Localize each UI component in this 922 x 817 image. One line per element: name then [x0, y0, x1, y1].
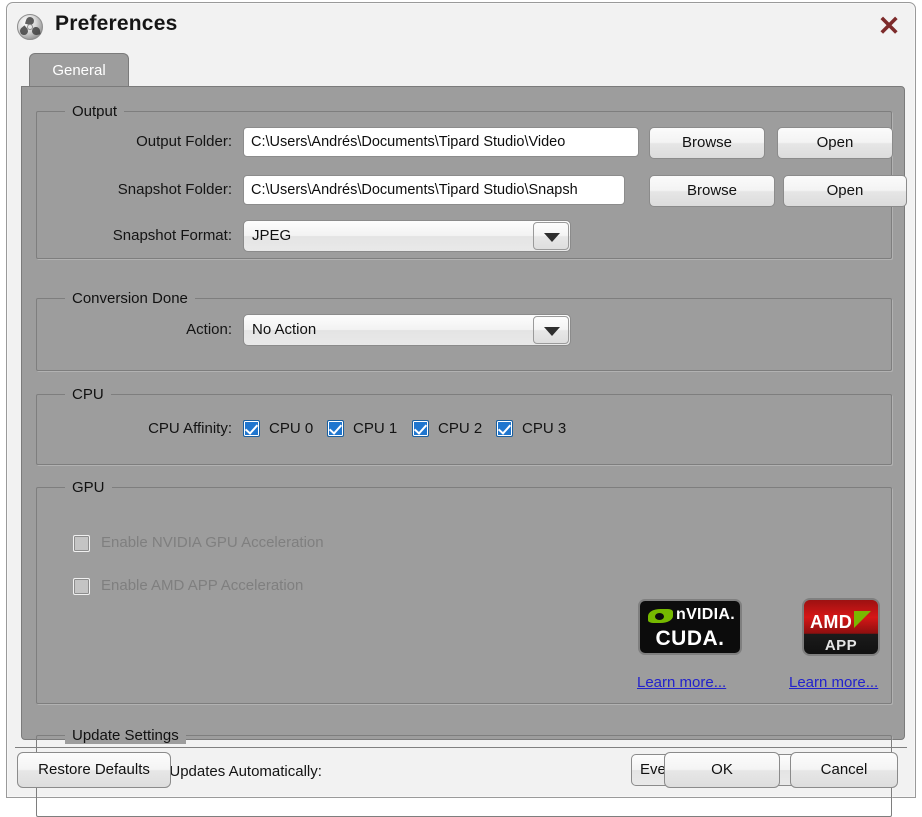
group-gpu: GPU Enable NVIDIA GPU Acceleration Enabl… — [36, 479, 892, 704]
snapshot-format-value: JPEG — [252, 227, 292, 244]
cpu-affinity-label: CPU Affinity: — [148, 420, 232, 437]
cpu-3-label[interactable]: CPU 3 — [522, 420, 566, 437]
output-folder-browse-button[interactable]: Browse — [649, 127, 765, 159]
enable-nvidia-label: Enable NVIDIA GPU Acceleration — [101, 534, 324, 551]
cpu-1-checkbox[interactable] — [327, 420, 344, 437]
enable-amd-checkbox — [73, 578, 90, 595]
snapshot-folder-open-button[interactable]: Open — [783, 175, 907, 207]
output-folder-label: Output Folder: — [136, 133, 232, 150]
cpu-2-checkbox[interactable] — [412, 420, 429, 437]
cancel-button[interactable]: Cancel — [790, 752, 898, 788]
group-output-legend: Output — [65, 103, 125, 120]
cpu-0-checkbox[interactable] — [243, 420, 260, 437]
nvidia-cuda-logo-icon: nVIDIA. CUDA. — [638, 599, 742, 655]
preferences-window: Preferences ✕ General Output Output Fold… — [6, 2, 916, 817]
amd-learn-more-link[interactable]: Learn more... — [789, 674, 878, 691]
chevron-down-icon[interactable] — [533, 222, 569, 250]
amd-wordmark: AMD — [810, 612, 853, 632]
general-tab-panel: Output Output Folder: C:\Users\Andrés\Do… — [21, 86, 907, 817]
group-conversion-done: Conversion Done Action: No Action — [36, 290, 892, 371]
group-cpu-legend: CPU — [65, 386, 111, 403]
tab-general[interactable]: General — [29, 53, 129, 87]
amd-app-logo-icon: AMD APP — [802, 598, 880, 656]
group-output: Output Output Folder: C:\Users\Andrés\Do… — [36, 103, 907, 259]
tab-strip: General — [21, 47, 905, 87]
output-folder-open-button[interactable]: Open — [777, 127, 893, 159]
snapshot-format-label: Snapshot Format: — [112, 227, 232, 244]
enable-amd-label: Enable AMD APP Acceleration — [101, 577, 304, 594]
page-title: Preferences — [55, 12, 178, 35]
conversion-action-select[interactable]: No Action — [243, 314, 571, 346]
close-icon[interactable]: ✕ — [873, 11, 905, 41]
amd-arrow-icon — [854, 611, 871, 628]
nvidia-eye-icon — [648, 609, 673, 623]
group-cpu: CPU CPU Affinity: CPU 0 CPU 1 CPU 2 CPU … — [36, 386, 892, 465]
nvidia-learn-more-link[interactable]: Learn more... — [637, 674, 726, 691]
cpu-1-label[interactable]: CPU 1 — [353, 420, 397, 437]
cpu-0-label[interactable]: CPU 0 — [269, 420, 313, 437]
enable-nvidia-checkbox — [73, 535, 90, 552]
cuda-wordmark: CUDA. — [655, 627, 725, 650]
snapshot-folder-browse-button[interactable]: Browse — [649, 175, 775, 207]
output-folder-input[interactable]: C:\Users\Andrés\Documents\Tipard Studio\… — [243, 127, 639, 157]
restore-defaults-button[interactable]: Restore Defaults — [17, 752, 171, 788]
ok-button[interactable]: OK — [664, 752, 780, 788]
snapshot-folder-label: Snapshot Folder: — [117, 181, 232, 198]
amd-app-wordmark: APP — [824, 637, 858, 654]
group-update-settings-legend: Update Settings — [65, 727, 186, 744]
action-label: Action: — [186, 321, 232, 338]
group-gpu-legend: GPU — [65, 479, 112, 496]
cpu-2-label[interactable]: CPU 2 — [438, 420, 482, 437]
snapshot-folder-input[interactable]: C:\Users\Andrés\Documents\Tipard Studio\… — [243, 175, 625, 205]
nvidia-wordmark: nVIDIA. — [676, 606, 735, 623]
conversion-action-value: No Action — [252, 321, 317, 338]
cpu-3-checkbox[interactable] — [496, 420, 513, 437]
footer-divider — [15, 747, 907, 748]
group-conversion-done-legend: Conversion Done — [65, 290, 195, 307]
title-bar: Preferences ✕ — [7, 3, 915, 47]
tipard-logo-icon — [17, 14, 43, 40]
chevron-down-icon[interactable] — [533, 316, 569, 344]
snapshot-format-select[interactable]: JPEG — [243, 220, 571, 252]
